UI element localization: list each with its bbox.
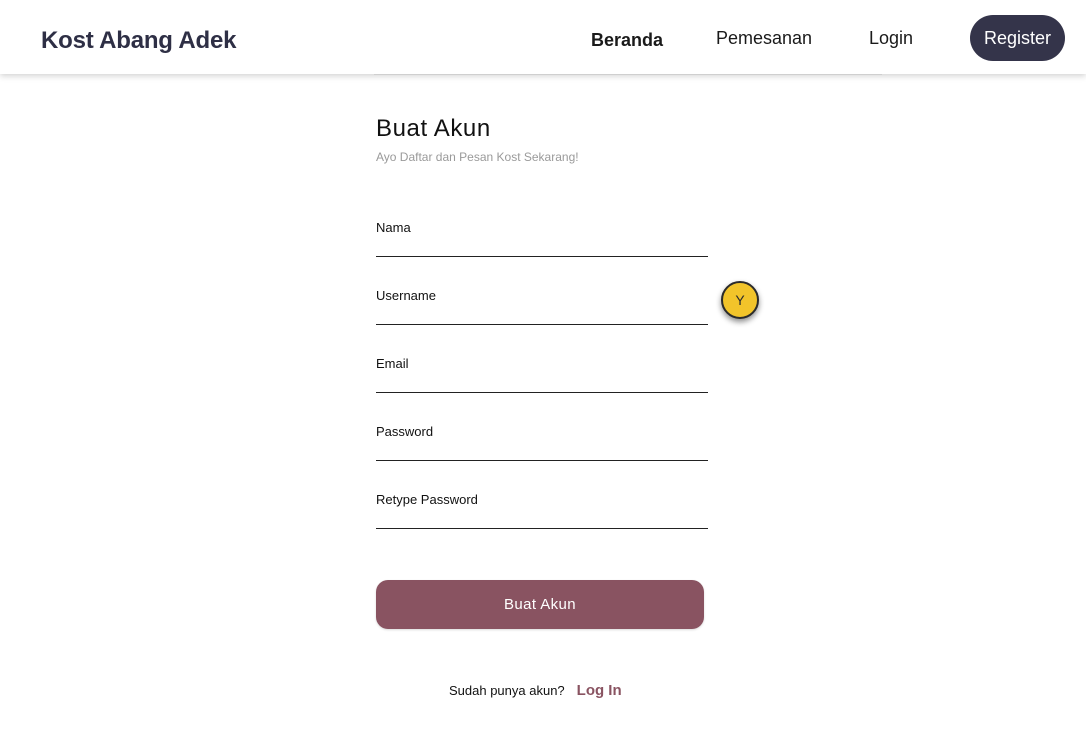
username-label: Username <box>376 288 436 303</box>
field-retype-password: Retype Password <box>376 492 708 542</box>
login-prompt: Sudah punya akun? <box>449 683 565 698</box>
field-email: Email <box>376 356 708 406</box>
create-account-button[interactable]: Buat Akun <box>376 580 704 629</box>
login-row: Sudah punya akun? Log In <box>449 682 622 699</box>
password-underline <box>376 460 708 461</box>
navbar: Kost Abang Adek Beranda Pemesanan Login … <box>0 0 1086 74</box>
field-username: Username <box>376 288 708 338</box>
page-title: Buat Akun <box>376 115 491 142</box>
field-password: Password <box>376 424 708 474</box>
email-input[interactable] <box>376 374 708 392</box>
nav-link-login[interactable]: Login <box>869 28 913 49</box>
retype-password-label: Retype Password <box>376 492 478 507</box>
divider <box>374 74 882 75</box>
brand-logo-text[interactable]: Kost Abang Adek <box>41 27 236 55</box>
nav-link-pemesanan[interactable]: Pemesanan <box>716 28 812 49</box>
cursor-avatar-badge: Y <box>721 281 759 319</box>
nama-underline <box>376 256 708 257</box>
page-subtitle: Ayo Daftar dan Pesan Kost Sekarang! <box>376 150 579 164</box>
nav-link-beranda[interactable]: Beranda <box>591 30 663 51</box>
field-nama: Nama <box>376 220 708 270</box>
username-underline <box>376 324 708 325</box>
email-label: Email <box>376 356 409 371</box>
password-input[interactable] <box>376 442 708 460</box>
retype-password-input[interactable] <box>376 510 708 528</box>
nama-input[interactable] <box>376 238 708 256</box>
username-input[interactable] <box>376 306 708 324</box>
retype-password-underline <box>376 528 708 529</box>
login-link[interactable]: Log In <box>577 682 622 699</box>
register-button[interactable]: Register <box>970 15 1065 61</box>
password-label: Password <box>376 424 434 439</box>
email-underline <box>376 392 708 393</box>
nama-label: Nama <box>376 220 411 235</box>
